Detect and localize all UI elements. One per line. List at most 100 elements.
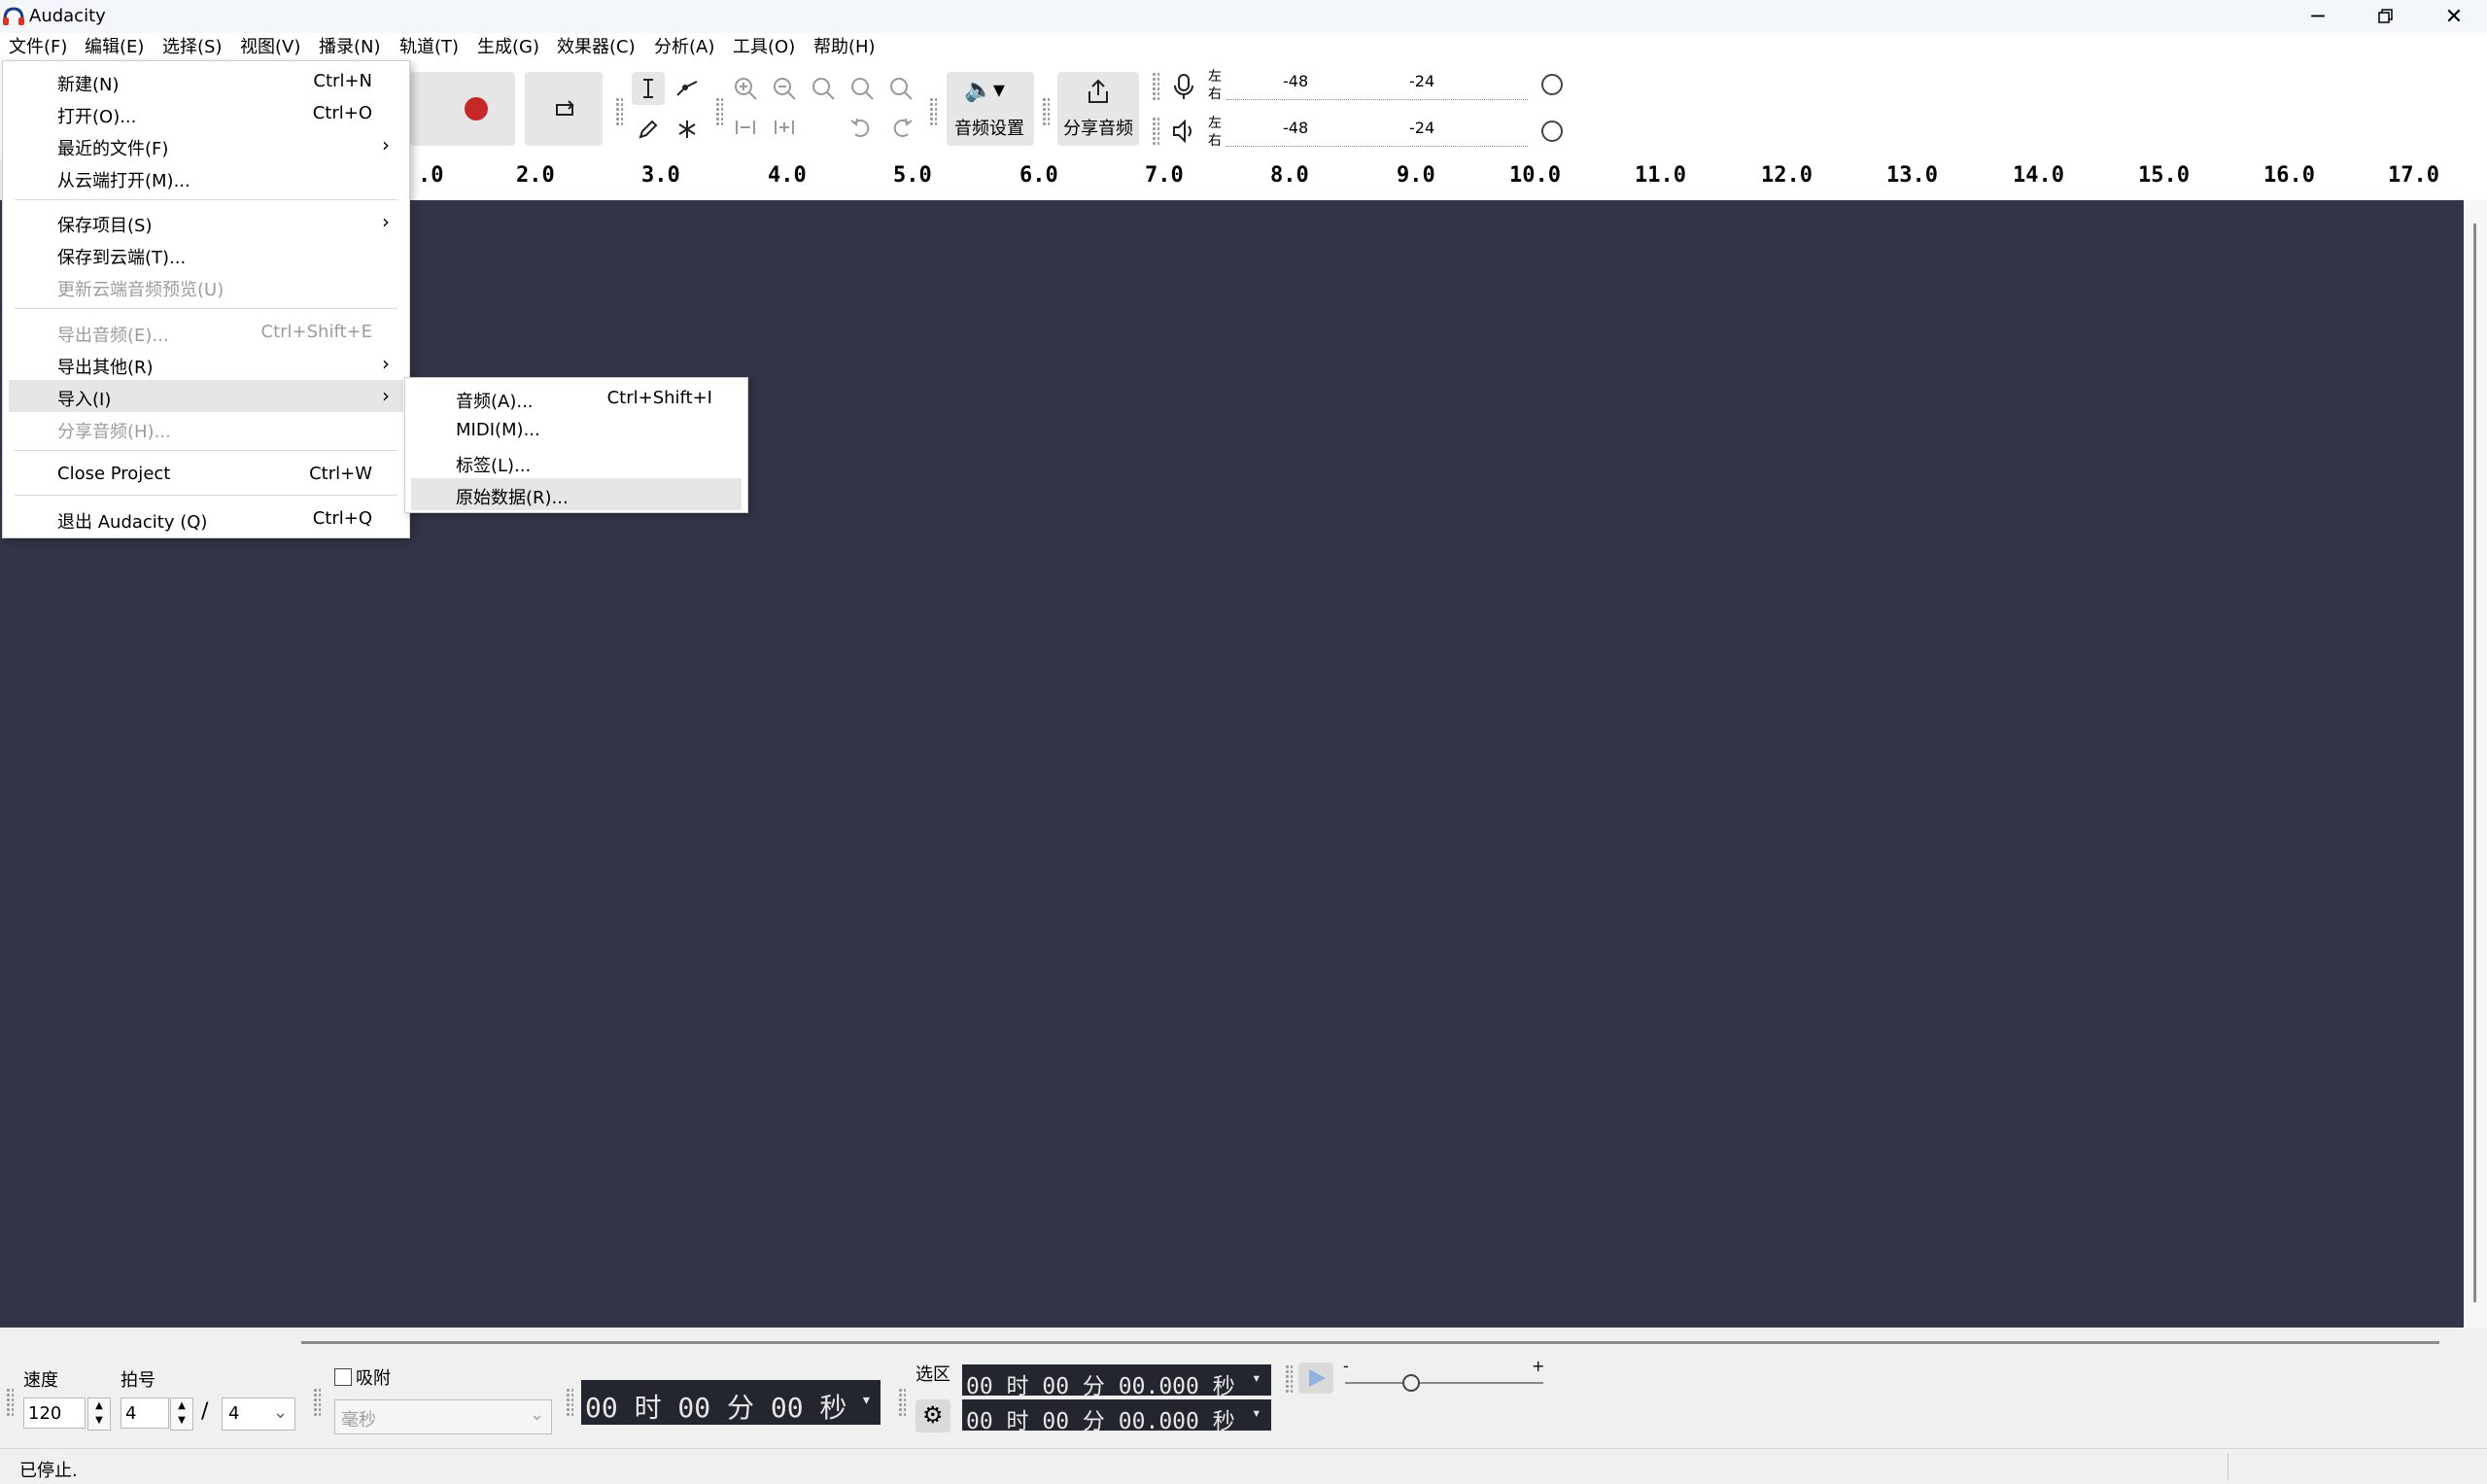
menu-file[interactable]: 文件(F)	[9, 33, 67, 62]
ruler-tick-label: 13.0	[1886, 163, 1938, 188]
share-audio-button[interactable]: 分享音频	[1057, 72, 1139, 146]
toolbar-grip[interactable]	[1285, 1364, 1293, 1394]
menu-item-close-project[interactable]: Close Project Ctrl+W	[3, 458, 409, 490]
toolbar-grip[interactable]	[898, 1388, 906, 1417]
toolbar-grip[interactable]	[1152, 117, 1159, 146]
time-display[interactable]: 00 时 00 分 00 秒 ▾	[581, 1380, 881, 1425]
zoom-in-button[interactable]	[731, 74, 764, 103]
multi-tool-button[interactable]	[671, 113, 704, 146]
zoom-out-button[interactable]	[770, 74, 803, 103]
trim-button[interactable]	[731, 113, 764, 142]
menu-item-save-project[interactable]: 保存项目(S) ›	[3, 206, 409, 238]
toolbar-grip[interactable]	[1152, 72, 1159, 101]
toolbar-grip[interactable]	[715, 97, 723, 126]
tempo-stepper[interactable]: ▲ ▼	[87, 1398, 111, 1431]
menu-item-label: 音频(A)...	[456, 392, 534, 412]
chevron-right-icon: ›	[382, 133, 390, 156]
time-signature-numerator[interactable]	[121, 1398, 169, 1429]
tempo-label: 速度	[23, 1370, 58, 1391]
menu-generate[interactable]: 生成(G)	[477, 33, 539, 62]
menu-item-open-from-cloud[interactable]: 从云端打开(M)...	[3, 161, 409, 193]
redo-button[interactable]	[886, 113, 919, 142]
undo-button[interactable]	[847, 113, 881, 142]
submenu-item-import-raw-data[interactable]: 原始数据(R)...	[411, 478, 742, 510]
audio-setup-button[interactable]: 🔈▾ 音频设置	[947, 72, 1034, 146]
silence-button[interactable]	[770, 113, 803, 142]
menu-item-export-other[interactable]: 导出其他(R) ›	[3, 348, 409, 380]
menu-item-exit[interactable]: 退出 Audacity (Q) Ctrl+Q	[3, 502, 409, 535]
minimize-button[interactable]: ─	[2284, 0, 2352, 33]
vertical-scroll-thumb[interactable]	[2473, 224, 2476, 1302]
horizontal-scrollbar[interactable]	[0, 1328, 2487, 1351]
ruler-tick-label: 5.0	[893, 163, 932, 188]
menu-tools[interactable]: 工具(O)	[733, 33, 795, 62]
menu-item-label: 打开(O)...	[57, 107, 137, 127]
toolbar-grip[interactable]	[1042, 97, 1050, 126]
draw-tool-button[interactable]	[632, 113, 665, 146]
selection-tool-button[interactable]	[632, 72, 665, 105]
menu-item-save-to-cloud[interactable]: 保存到云端(T)...	[3, 238, 409, 270]
snap-unit-select[interactable]: 毫秒 ⌄	[334, 1399, 552, 1434]
time-format-dropdown-icon[interactable]: ▾	[861, 1390, 872, 1410]
menu-tracks[interactable]: 轨道(T)	[399, 33, 459, 62]
playback-speed-slider[interactable]	[1345, 1382, 1543, 1384]
zoom-toggle-button[interactable]	[886, 74, 919, 103]
playback-speed-thumb[interactable]	[1402, 1374, 1420, 1392]
loop-button[interactable]	[525, 72, 603, 146]
close-button[interactable]: ✕	[2420, 0, 2487, 33]
tempo-input[interactable]	[23, 1398, 86, 1429]
menu-item-recent-files[interactable]: 最近的文件(F) ›	[3, 129, 409, 161]
playback-meter-button[interactable]	[1170, 117, 1199, 146]
time-signature-stepper[interactable]: ▲ ▼	[170, 1398, 193, 1431]
playback-meter-tick: -48	[1283, 119, 1309, 137]
record-meter[interactable]: -48 -24	[1226, 70, 1528, 100]
selection-settings-button[interactable]: ⚙	[915, 1399, 950, 1432]
time-signature-denominator-value: 4	[228, 1403, 240, 1424]
menu-edit[interactable]: 编辑(E)	[85, 33, 144, 62]
selection-start-dropdown-icon[interactable]: ▾	[1252, 1368, 1261, 1387]
toolbar-grip[interactable]	[566, 1388, 573, 1417]
toolbar-grip[interactable]	[929, 97, 937, 126]
menu-item-label: 导入(I)	[57, 390, 112, 410]
ruler-tick-label: 2.0	[516, 163, 555, 188]
menu-analyze[interactable]: 分析(A)	[654, 33, 714, 62]
toolbar-grip[interactable]	[6, 1388, 14, 1417]
menu-select[interactable]: 选择(S)	[162, 33, 222, 62]
selection-start-display[interactable]: 00 时 00 分 00.000 秒 ▾	[962, 1364, 1271, 1399]
ruler-tick-label: 3.0	[641, 163, 680, 188]
selection-end-dropdown-icon[interactable]: ▾	[1252, 1403, 1261, 1422]
record-volume-knob[interactable]	[1541, 74, 1563, 95]
trim-icon	[736, 121, 755, 134]
ruler-tick-label: 7.0	[1145, 163, 1184, 188]
toolbar-grip[interactable]	[313, 1388, 321, 1417]
menu-effect[interactable]: 效果器(C)	[557, 33, 636, 62]
menu-view[interactable]: 视图(V)	[240, 33, 300, 62]
playback-meter[interactable]: -48 -24	[1226, 117, 1528, 147]
horizontal-scroll-thumb[interactable]	[301, 1341, 2439, 1344]
submenu-item-import-audio[interactable]: 音频(A)... Ctrl+Shift+I	[405, 382, 747, 414]
fit-project-button[interactable]	[847, 74, 881, 103]
fit-selection-button[interactable]	[809, 74, 842, 103]
toolbar-grip[interactable]	[615, 97, 623, 126]
menu-item-label: 标签(L)...	[456, 456, 532, 476]
submenu-item-import-midi[interactable]: MIDI(M)...	[405, 414, 747, 446]
submenu-item-import-labels[interactable]: 标签(L)...	[405, 446, 747, 478]
menu-item-open[interactable]: 打开(O)... Ctrl+O	[3, 97, 409, 129]
menu-item-new[interactable]: 新建(N) Ctrl+N	[3, 65, 409, 97]
restore-button[interactable]	[2352, 0, 2420, 33]
selection-end-display[interactable]: 00 时 00 分 00.000 秒 ▾	[962, 1399, 1271, 1434]
menu-item-import[interactable]: 导入(I) ›	[9, 380, 403, 412]
snap-checkbox[interactable]	[334, 1368, 352, 1386]
playback-meter-left-label: 左	[1208, 116, 1222, 131]
time-signature-denominator-select[interactable]: 4 ⌄	[222, 1398, 295, 1431]
envelope-tool-button[interactable]	[671, 72, 704, 105]
vertical-scrollbar[interactable]	[2464, 200, 2487, 1328]
menu-help[interactable]: 帮助(H)	[813, 33, 876, 62]
menu-item-label: 退出 Audacity (Q)	[57, 512, 208, 533]
record-meter-button[interactable]	[1170, 72, 1199, 101]
menu-record[interactable]: 播录(N)	[319, 33, 381, 62]
snap-unit-value: 毫秒	[341, 1410, 376, 1431]
playback-volume-knob[interactable]	[1541, 121, 1563, 142]
record-button[interactable]	[437, 72, 515, 146]
play-at-speed-button[interactable]	[1298, 1363, 1333, 1394]
